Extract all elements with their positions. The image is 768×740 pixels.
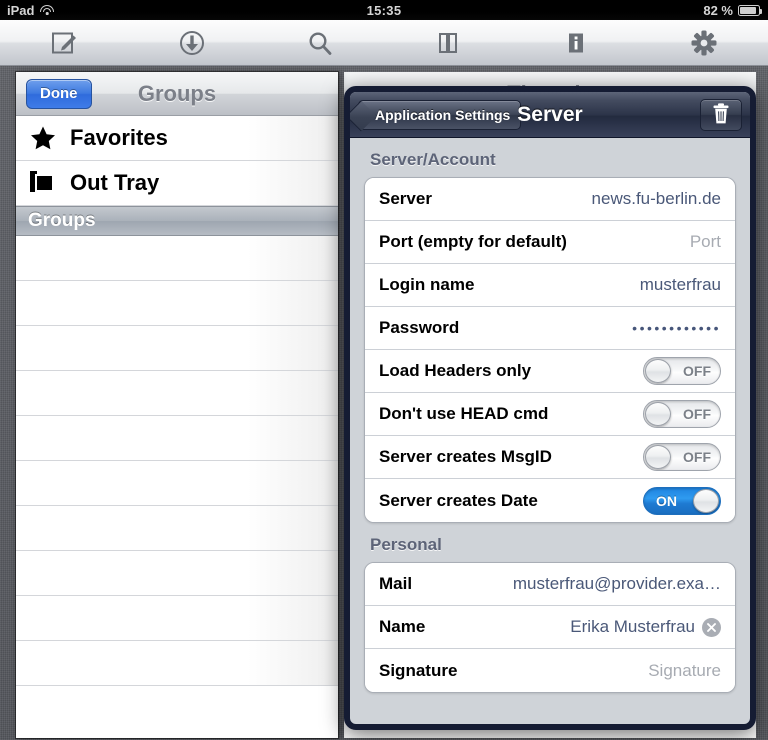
toggle-state-label: ON xyxy=(656,492,677,509)
list-item[interactable] xyxy=(16,506,338,551)
form-row-mail[interactable]: Mail musterfrau@provider.exa… xyxy=(365,563,735,606)
search-icon xyxy=(307,30,333,56)
list-item[interactable] xyxy=(16,551,338,596)
toggle-state-label: OFF xyxy=(683,406,711,422)
list-item[interactable] xyxy=(16,326,338,371)
server-creates-msgid-toggle[interactable]: OFF xyxy=(643,443,721,471)
back-button-label: Application Settings xyxy=(375,106,511,123)
form-row-server-creates-msgid[interactable]: Server creates MsgID OFF xyxy=(365,436,735,479)
list-item-label: Favorites xyxy=(70,125,168,150)
toggle-knob xyxy=(645,402,671,426)
clock-label: 15:35 xyxy=(366,2,402,18)
top-toolbar xyxy=(0,20,768,66)
settings-button[interactable] xyxy=(640,20,768,65)
trash-icon xyxy=(712,103,730,127)
personal-group: Mail musterfrau@provider.exa… Name Erika… xyxy=(364,562,736,693)
name-input[interactable]: Erika Musterfrau xyxy=(570,617,695,637)
list-item[interactable] xyxy=(16,596,338,641)
form-label: Server creates Date xyxy=(379,490,538,510)
form-label: Server xyxy=(379,189,432,208)
form-label: Port (empty for default) xyxy=(379,232,567,251)
carrier-label: iPad xyxy=(7,2,35,18)
columns-icon xyxy=(435,30,461,56)
mail-input[interactable]: musterfrau@provider.exa… xyxy=(513,574,721,594)
compose-icon xyxy=(51,30,77,56)
download-icon xyxy=(179,30,205,56)
login-name-input[interactable]: musterfrau xyxy=(640,275,721,295)
tray-icon xyxy=(30,171,56,195)
port-input[interactable]: Port xyxy=(690,232,721,252)
form-label: Name xyxy=(379,617,426,636)
back-button[interactable]: Application Settings xyxy=(358,99,522,130)
load-headers-only-toggle[interactable]: OFF xyxy=(643,357,721,385)
groups-list[interactable]: Favorites Out Tray Groups xyxy=(16,116,338,738)
download-button[interactable] xyxy=(128,20,256,65)
toggle-state-label: OFF xyxy=(683,363,711,379)
list-item-favorites[interactable]: Favorites xyxy=(16,116,338,161)
settings-form: Server/Account Server news.fu-berlin.de … xyxy=(350,138,750,724)
groups-panel: Done Groups Favorites Out Tray Groups xyxy=(16,72,338,738)
form-row-name[interactable]: Name Erika Musterfrau xyxy=(365,606,735,649)
server-creates-date-toggle[interactable]: ON xyxy=(643,486,721,515)
star-icon xyxy=(30,125,56,151)
list-item[interactable] xyxy=(16,461,338,506)
name-field-wrap: Erika Musterfrau xyxy=(570,617,721,637)
settings-popover: Application Settings Server Server/Accou… xyxy=(344,70,756,730)
signature-input[interactable]: Signature xyxy=(648,661,721,681)
list-item[interactable] xyxy=(16,416,338,461)
server-account-group: Server news.fu-berlin.de Port (empty for… xyxy=(364,177,736,523)
list-item[interactable] xyxy=(16,281,338,326)
groups-section-header: Groups xyxy=(16,206,338,236)
list-item[interactable] xyxy=(16,236,338,281)
dont-use-head-cmd-toggle[interactable]: OFF xyxy=(643,400,721,428)
toggle-state-label: OFF xyxy=(683,449,711,465)
status-bar-left: iPad xyxy=(0,3,253,18)
form-row-password[interactable]: Password •••••••••••• xyxy=(365,307,735,350)
popover-navbar: Application Settings Server xyxy=(350,92,750,138)
toggle-knob xyxy=(645,445,671,469)
form-label: Server creates MsgID xyxy=(379,447,552,466)
form-row-server[interactable]: Server news.fu-berlin.de xyxy=(365,178,735,221)
form-label: Mail xyxy=(379,574,413,593)
form-row-dont-use-head-cmd[interactable]: Don't use HEAD cmd OFF xyxy=(365,393,735,436)
popover-body: Application Settings Server Server/Accou… xyxy=(344,86,756,730)
toggle-knob xyxy=(645,359,671,383)
list-item-out-tray[interactable]: Out Tray xyxy=(16,161,338,206)
clear-icon[interactable] xyxy=(702,617,721,637)
battery-percent-label: 82 % xyxy=(703,2,733,18)
gear-icon xyxy=(690,29,718,57)
info-button[interactable] xyxy=(512,20,640,65)
done-button[interactable]: Done xyxy=(26,78,92,109)
form-label: Login name xyxy=(379,275,475,294)
form-row-login-name[interactable]: Login name musterfrau xyxy=(365,264,735,307)
search-button[interactable] xyxy=(256,20,384,65)
list-item[interactable] xyxy=(16,641,338,686)
section-header-personal: Personal xyxy=(370,535,442,554)
form-label: Signature xyxy=(379,660,458,680)
form-row-port[interactable]: Port (empty for default) Port xyxy=(365,221,735,264)
form-row-load-headers-only[interactable]: Load Headers only OFF xyxy=(365,350,735,393)
form-row-server-creates-date[interactable]: Server creates Date ON xyxy=(365,479,735,522)
password-input[interactable]: •••••••••••• xyxy=(632,320,721,336)
wifi-icon xyxy=(39,4,54,16)
toggle-knob xyxy=(693,488,719,513)
groups-panel-header: Done Groups xyxy=(16,72,338,116)
form-label: Load Headers only xyxy=(379,361,532,380)
form-row-signature[interactable]: Signature Signature xyxy=(365,649,735,692)
list-item-label: Out Tray xyxy=(70,170,160,195)
info-icon xyxy=(563,30,589,56)
compose-button[interactable] xyxy=(0,20,128,65)
delete-button[interactable] xyxy=(700,99,742,131)
status-bar: iPad 15:35 82 % xyxy=(0,0,768,20)
section-header-server-account: Server/Account xyxy=(370,150,496,169)
list-item[interactable] xyxy=(16,371,338,416)
status-bar-right: 82 % xyxy=(515,3,768,18)
battery-icon xyxy=(737,4,763,16)
form-label: Password xyxy=(379,318,460,337)
form-label: Don't use HEAD cmd xyxy=(379,404,549,423)
server-input[interactable]: news.fu-berlin.de xyxy=(592,189,721,209)
layout-button[interactable] xyxy=(384,20,512,65)
